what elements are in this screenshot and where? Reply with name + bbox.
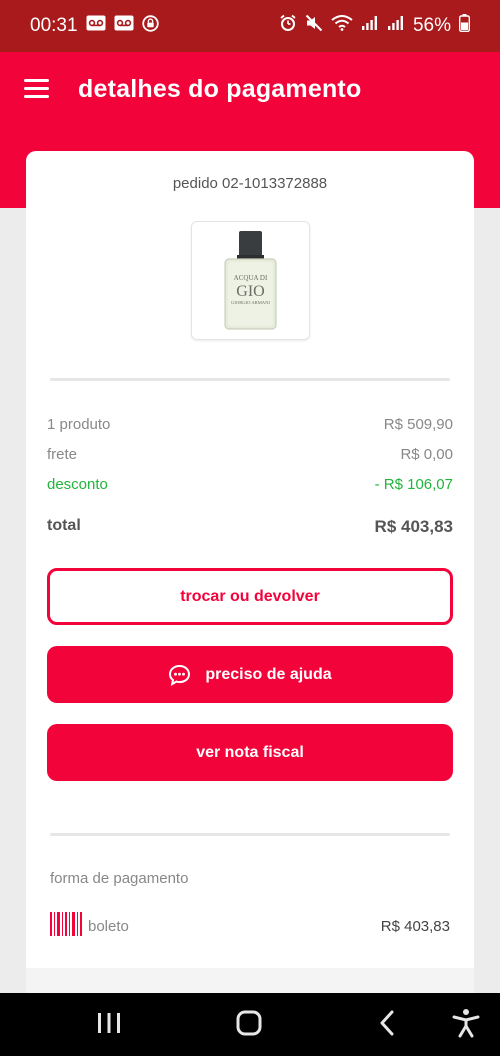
svg-text:GIO: GIO [236,283,264,300]
payment-method: boleto [50,912,129,940]
shipping-label: frete [47,446,78,463]
exchange-or-return-button[interactable]: trocar ou devolver [47,568,453,625]
summary-products-row: 1 produto R$ 509,90 [47,416,453,433]
discount-label: desconto [47,476,108,493]
payment-amount: R$ 403,83 [380,917,450,935]
help-button[interactable]: preciso de ajuda [47,646,453,703]
status-left: 00:31 [30,14,159,38]
shipping-value: R$ 0,00 [400,446,453,463]
signal-icon [361,15,379,37]
voicemail-icon [86,15,106,37]
total-label: total [47,517,81,534]
order-number: pedido 02-1013372888 [172,175,328,192]
accessibility-icon[interactable] [452,1008,480,1043]
svg-text:ACQUA DI: ACQUA DI [234,274,268,282]
products-label: 1 produto [47,416,111,433]
home-icon[interactable] [236,1010,262,1041]
exchange-or-return-label: trocar ou devolver [180,587,320,605]
summary-total-row: total R$ 403,83 [47,517,453,537]
payment-method-row: boleto R$ 403,83 [50,912,450,940]
system-navigation-bar [0,993,500,1056]
status-bar: 00:31 56% [0,0,500,52]
divider [50,378,450,381]
recent-apps-icon[interactable] [97,1012,121,1039]
signal-icon [387,15,405,37]
barcode-icon [50,912,82,940]
summary-shipping-row: frete R$ 0,00 [47,446,453,463]
total-value: R$ 403,83 [374,517,453,536]
products-value: R$ 509,90 [383,416,453,433]
page-title: detalhes do pagamento [78,75,362,103]
payment-section-label: forma de pagamento [50,870,189,887]
view-invoice-button[interactable]: ver nota fiscal [47,724,453,781]
battery-percentage: 56% [412,15,451,36]
help-label: preciso de ajuda [205,665,332,683]
mute-icon [305,14,323,38]
perfume-bottle-icon: ACQUA DI GIO GIORGIO ARMANI [224,231,277,330]
svg-text:GIORGIO ARMANI: GIORGIO ARMANI [231,300,270,305]
status-time: 00:31 [30,15,78,36]
card-footer-strip [26,968,474,993]
payment-method-label: boleto [88,917,129,935]
product-image[interactable]: ACQUA DI GIO GIORGIO ARMANI [191,221,310,340]
view-invoice-label: ver nota fiscal [196,743,304,761]
discount-value: - R$ 106,07 [374,476,453,493]
chat-bubble-icon [168,664,191,686]
divider [50,833,450,836]
summary-discount-row: desconto - R$ 106,07 [47,476,453,493]
hamburger-menu-icon[interactable] [24,79,49,98]
lock-icon [141,14,159,38]
payment-details-card: pedido 02-1013372888 ACQUA DI GIO GIORGI… [26,151,474,993]
voicemail-icon [114,15,134,37]
wifi-icon [331,15,353,37]
status-right: 56% [279,14,471,38]
back-icon[interactable] [378,1010,396,1041]
alarm-icon [279,14,297,38]
battery-icon [458,14,471,38]
